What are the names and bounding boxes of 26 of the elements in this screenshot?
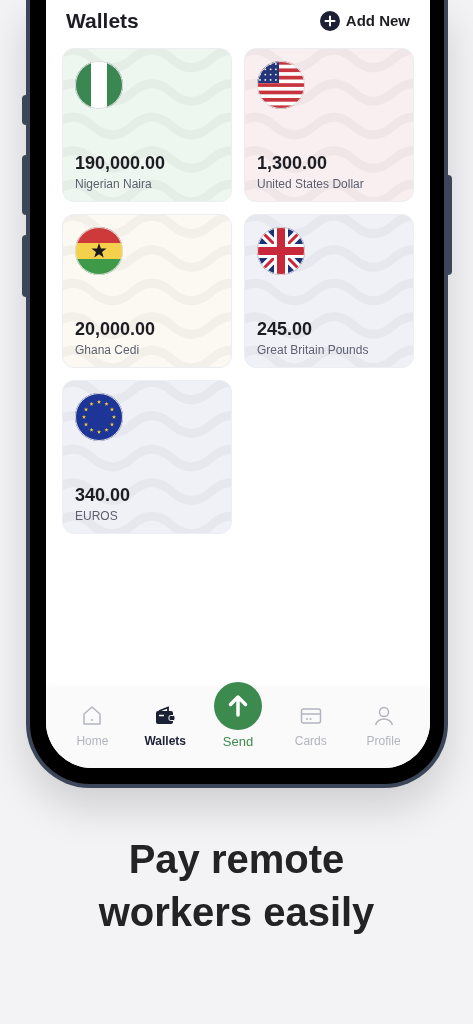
currency-name: Ghana Cedi [75, 342, 140, 359]
wallet-card[interactable]: 1,300.00 United States Dollar [244, 48, 414, 202]
currency-name: Nigerian Naira [75, 176, 152, 193]
currency-name: EUROS [75, 508, 118, 525]
wallet-balance: 190,000.00 [75, 152, 166, 175]
plus-icon [319, 11, 340, 31]
tagline: Pay remote workers easily [97, 836, 376, 936]
flag-icon [75, 393, 123, 441]
page-title: Wallets [66, 8, 139, 35]
add-new-button[interactable]: Add New [319, 9, 410, 33]
wallet-card[interactable]: 340.00 EUROS [62, 380, 232, 534]
flag-icon [257, 227, 305, 275]
flag-icon [75, 227, 123, 275]
wallet-card[interactable]: 245.00 Great Britain Pounds [244, 214, 414, 368]
nav-tab[interactable]: Wallets [128, 688, 202, 768]
currency-name: Great Britain Pounds [257, 342, 369, 359]
flag-icon [257, 61, 305, 109]
wallet-balance: 1,300.00 [257, 152, 328, 175]
currency-name: United States Dollar [257, 176, 364, 193]
send-tab[interactable]: Send [201, 682, 275, 752]
wallet-balance: 340.00 [75, 484, 131, 507]
wallet-balance: 245.00 [257, 318, 313, 341]
wallet-card[interactable]: 20,000.00 Ghana Cedi [62, 214, 232, 368]
flag-icon [75, 61, 123, 109]
wallet-balance: 20,000.00 [75, 318, 156, 341]
wallet-card[interactable]: 190,000.00 Nigerian Naira [62, 48, 232, 202]
